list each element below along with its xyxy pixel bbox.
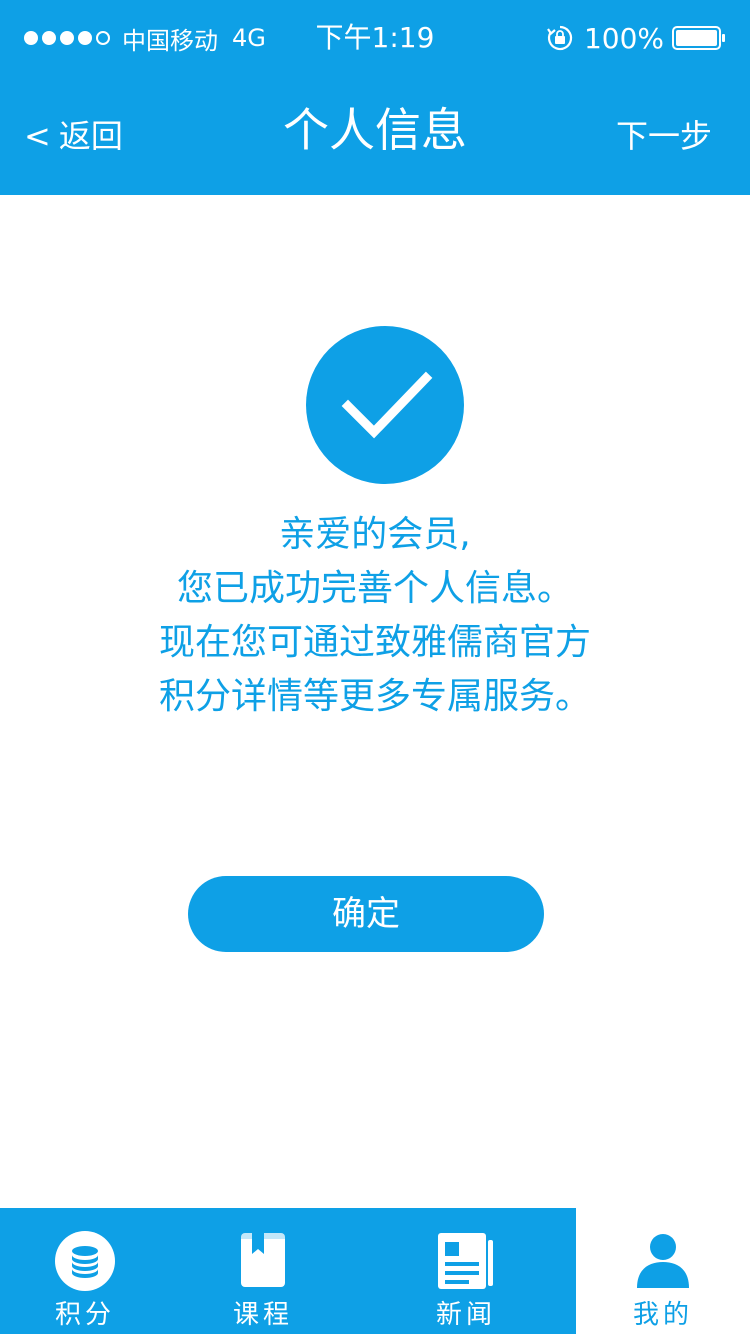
checkmark-icon (341, 371, 433, 439)
next-step-button[interactable]: 下一步 (616, 106, 712, 166)
tab-label: 我的 (632, 1300, 693, 1330)
tab-points[interactable]: 积分 (0, 1208, 170, 1334)
tab-mine[interactable]: 我的 (576, 1208, 750, 1334)
tab-label: 积分 (54, 1300, 115, 1330)
message-line: 现在您可通过致雅儒商官方 (158, 622, 591, 663)
status-right: 100% (546, 20, 726, 56)
tab-news[interactable]: 新闻 (356, 1208, 576, 1334)
newspaper-icon (438, 1233, 493, 1289)
success-message: 亲爱的会员, 您已成功完善个人信息。 现在您可通过致雅儒商官方 积分详情等更多专… (0, 508, 750, 724)
message-line: 亲爱的会员, (279, 514, 471, 555)
battery-percent: 100% (583, 21, 664, 55)
tab-label: 新闻 (435, 1300, 496, 1330)
tab-bar: 积分 课程 新闻 我的 (0, 1208, 750, 1334)
confirm-button[interactable]: 确定 (188, 876, 544, 952)
rotation-lock-icon (547, 25, 573, 51)
success-check-icon (306, 326, 464, 484)
tab-label: 课程 (232, 1300, 293, 1330)
tab-courses[interactable]: 课程 (170, 1208, 356, 1334)
message-line: 您已成功完善个人信息。 (176, 568, 573, 609)
coins-icon (55, 1231, 115, 1291)
battery-icon (672, 26, 725, 50)
user-icon (637, 1234, 689, 1288)
nav-bar: < 返回 个人信息 下一步 (0, 78, 750, 195)
message-line: 积分详情等更多专属服务。 (158, 676, 591, 717)
status-bar: 中国移动 4G 下午1:19 100% (0, 0, 750, 78)
bookmark-book-icon (241, 1233, 285, 1287)
